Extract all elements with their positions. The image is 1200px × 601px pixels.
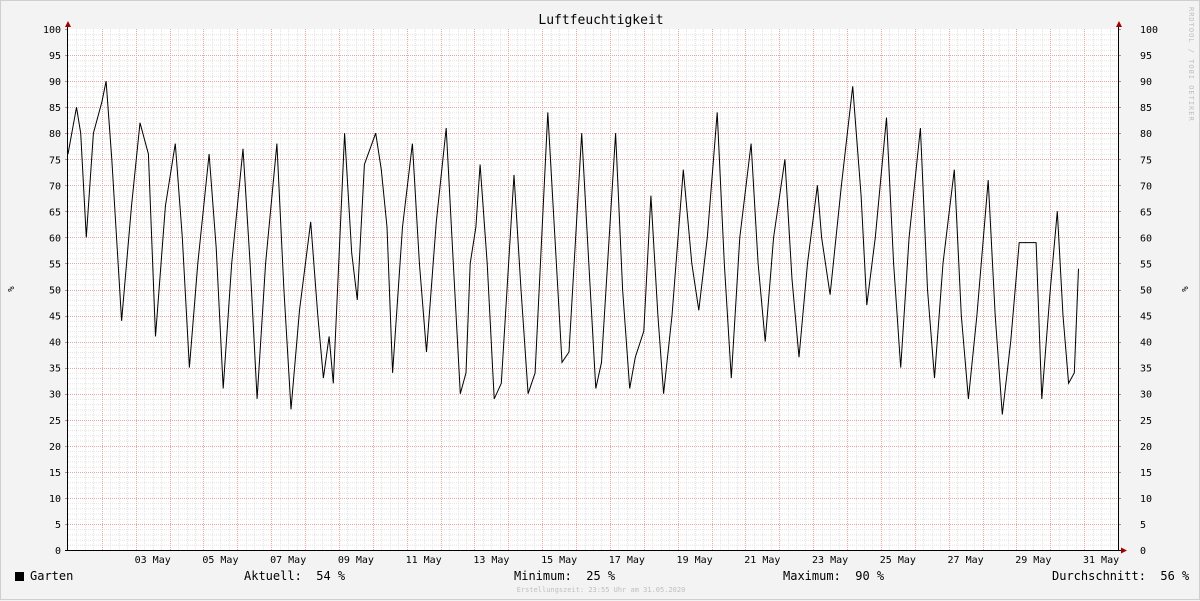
min-label: Minimum: — [514, 569, 572, 583]
y-tick-label-right: 0 — [1140, 546, 1146, 557]
chart-frame: 0 0 5 5 10 10 15 15 20 20 25 25 30 30 35 35 40 40 45 45 50 50… — [0, 0, 1200, 600]
y-tick-label-right: 20 — [1140, 442, 1152, 453]
x-tick-label: 05 May — [202, 555, 238, 566]
current-label: Aktuell: — [244, 569, 302, 583]
y-tick-label-left: 80 — [49, 129, 61, 140]
y-tick-label-right: 40 — [1140, 338, 1152, 349]
y-tick-label-right: 25 — [1140, 416, 1152, 427]
y-tick-label-right: 45 — [1140, 312, 1152, 323]
y-axis-label-right: % — [1181, 286, 1191, 292]
x-tick-label: 27 May — [948, 555, 984, 566]
y-tick-label-left: 85 — [49, 103, 61, 114]
y-tick-label-right: 75 — [1140, 155, 1152, 166]
legend-maximum: Maximum: 90 % — [783, 569, 884, 583]
legend-minimum: Minimum: 25 % — [514, 569, 615, 583]
y-tick-label-right: 90 — [1140, 77, 1152, 88]
x-tick-label: 11 May — [406, 555, 442, 566]
min-value: 25 % — [586, 569, 616, 583]
y-tick-label-right: 60 — [1140, 233, 1152, 244]
y-tick-label-right: 55 — [1140, 259, 1152, 270]
x-tick-label: 25 May — [880, 555, 916, 566]
y-tick-label-left: 30 — [49, 390, 61, 401]
y-tick-label-right: 70 — [1140, 181, 1152, 192]
rrdtool-watermark: RRDTOOL / TOBI OETIKER — [1187, 7, 1195, 122]
y-tick-label-right: 30 — [1140, 390, 1152, 401]
x-tick-label: 29 May — [1015, 555, 1051, 566]
y-tick-label-right: 50 — [1140, 286, 1152, 297]
y-tick-label-right: 10 — [1140, 494, 1152, 505]
max-value: 90 % — [855, 569, 885, 583]
legend-series-label: Garten — [30, 569, 74, 583]
y-tick-label-left: 40 — [49, 338, 61, 349]
avg-value: 56 % — [1160, 569, 1190, 583]
y-tick-label-left: 25 — [49, 416, 61, 427]
x-tick-label: 03 May — [135, 555, 171, 566]
legend-current: Aktuell: 54 % — [244, 569, 345, 583]
y-tick-label-left: 0 — [55, 546, 61, 557]
y-tick-label-left: 5 — [55, 520, 61, 531]
y-tick-label-left: 75 — [49, 155, 61, 166]
x-tick-label: 15 May — [541, 555, 577, 566]
x-tick-label: 19 May — [677, 555, 713, 566]
y-tick-label-right: 15 — [1140, 468, 1152, 479]
y-tick-label-right: 5 — [1140, 520, 1146, 531]
chart-title: Luftfeuchtigkeit — [538, 13, 663, 28]
y-tick-label-right: 100 — [1140, 25, 1158, 36]
max-label: Maximum: — [783, 569, 841, 583]
y-axis-label-left: % — [7, 286, 17, 292]
x-tick-label: 13 May — [473, 555, 509, 566]
y-axis-arrow-left — [65, 21, 71, 27]
y-tick-label-left: 65 — [49, 207, 61, 218]
x-tick-label: 17 May — [609, 555, 645, 566]
y-tick-label-left: 20 — [49, 442, 61, 453]
humidity-chart: 0 05 510 1015 1520 2025 2530 3035 3540 4045 4550 50… — [7, 13, 1191, 566]
current-value: 54 % — [316, 569, 346, 583]
y-tick-label-left: 50 — [49, 286, 61, 297]
y-tick-label-right: 85 — [1140, 103, 1152, 114]
avg-label: Durchschnitt: — [1052, 569, 1146, 583]
x-tick-label: 21 May — [744, 555, 780, 566]
y-tick-label-left: 45 — [49, 312, 61, 323]
y-tick-label-right: 35 — [1140, 364, 1152, 375]
x-axis-arrow — [1121, 547, 1127, 554]
y-tick-label-left: 95 — [49, 51, 61, 62]
x-tick-label: 31 May — [1083, 555, 1119, 566]
y-tick-label-right: 80 — [1140, 129, 1152, 140]
x-tick-label: 09 May — [338, 555, 374, 566]
legend-series: Garten — [15, 569, 73, 583]
y-tick-label-right: 65 — [1140, 207, 1152, 218]
creation-timestamp: Erstellungszeit: 23:55 Uhr am 31.05.2020 — [516, 586, 686, 594]
y-tick-label-left: 10 — [49, 494, 61, 505]
y-tick-label-left: 55 — [49, 259, 61, 270]
y-tick-label-left: 60 — [49, 233, 61, 244]
y-tick-label-left: 70 — [49, 181, 61, 192]
y-tick-label-right: 95 — [1140, 51, 1152, 62]
y-tick-label-left: 100 — [43, 25, 61, 36]
y-axis-arrow-right — [1116, 21, 1122, 27]
x-tick-label: 23 May — [812, 555, 848, 566]
x-tick-label: 07 May — [270, 555, 306, 566]
y-tick-label-left: 90 — [49, 77, 61, 88]
legend-average: Durchschnitt: 56 % — [1052, 569, 1189, 583]
y-tick-label-left: 35 — [49, 364, 61, 375]
y-tick-label-left: 15 — [49, 468, 61, 479]
legend-swatch — [15, 572, 24, 581]
